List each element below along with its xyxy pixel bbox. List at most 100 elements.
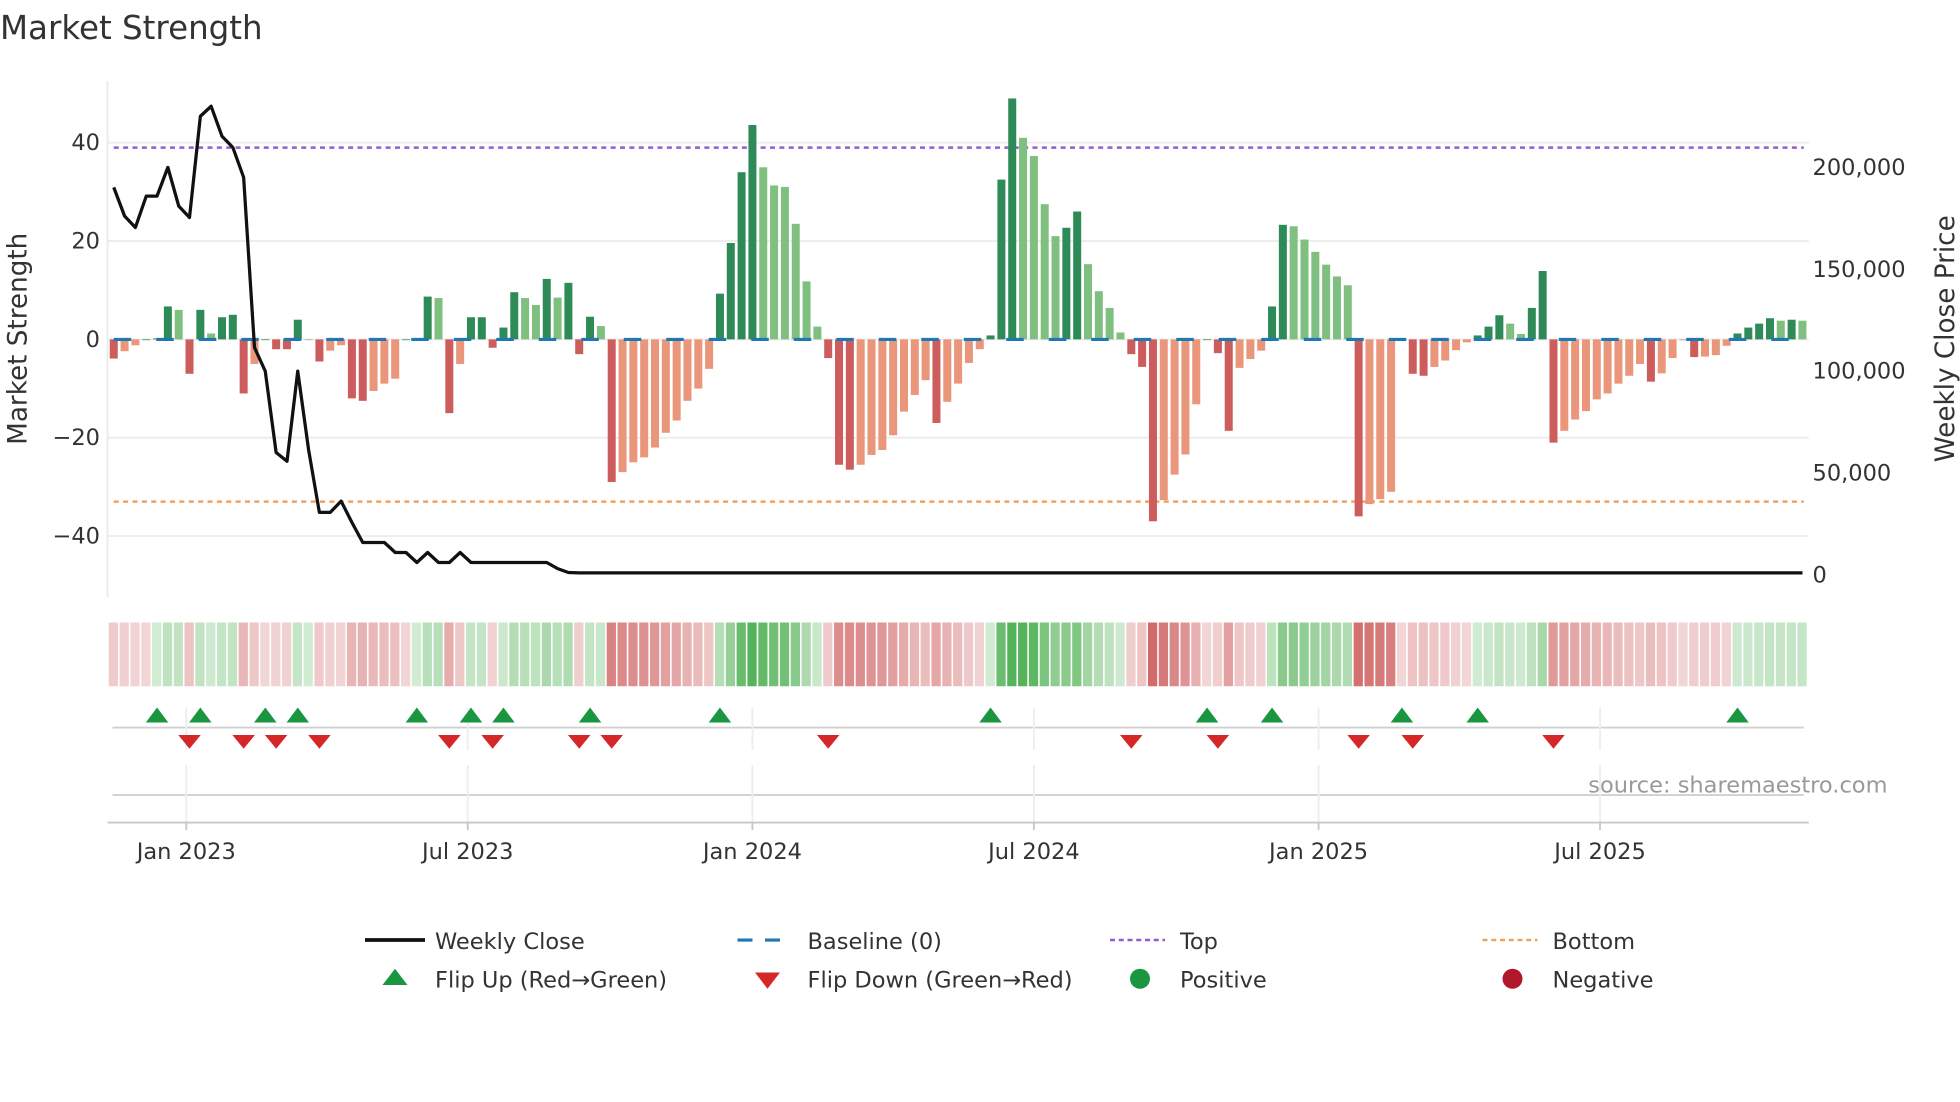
strip-cell: [617, 622, 627, 687]
strip-cell: [693, 622, 703, 687]
flip-down-marker: [264, 735, 288, 749]
state-heat-strip: [108, 622, 1807, 687]
strength-bar: [445, 339, 454, 414]
strength-bar: [109, 339, 118, 359]
strip-cell: [1516, 622, 1526, 687]
strip-cell: [379, 622, 389, 687]
strip-cell: [1678, 622, 1688, 687]
strip-cell: [1483, 622, 1493, 687]
strip-cell: [1180, 622, 1190, 687]
strength-bar: [618, 339, 627, 473]
strength-bar: [218, 317, 226, 340]
x-tick-label: Jul 2024: [986, 839, 1080, 865]
strip-cell: [801, 622, 811, 687]
strength-bar: [1322, 264, 1331, 340]
strength-bar: [575, 339, 584, 355]
strip-cell: [650, 622, 660, 687]
strip-cell: [162, 622, 173, 687]
strip-cell: [357, 622, 367, 687]
strength-bar: [1332, 276, 1341, 340]
strip-cell: [1429, 622, 1439, 687]
strength-bar: [423, 296, 432, 340]
strip-cell: [931, 622, 941, 687]
strip-cell: [1061, 622, 1071, 687]
y2-tick-label: 100,000: [1813, 359, 1906, 385]
strip-cell: [898, 622, 909, 687]
market-strength-chart: Market Strength 40 20 0 −20 −40 200,000 150,0…: [0, 9, 1960, 994]
strength-bar: [196, 309, 205, 340]
strip-cell: [444, 622, 454, 687]
strength-bar: [228, 314, 237, 340]
strength-bar: [640, 339, 649, 458]
strip-cell: [1440, 622, 1450, 687]
strip-cell: [660, 622, 671, 687]
strength-bar: [1278, 224, 1287, 340]
strength-bar: [1408, 339, 1417, 374]
legend: Weekly Close Baseline (0) Top Bottom Fli…: [365, 929, 1653, 994]
strip-cell: [574, 622, 584, 687]
strength-bar: [1094, 291, 1103, 340]
flip-down-marker: [178, 735, 201, 749]
strip-cell: [1018, 622, 1028, 687]
strip-cell: [1331, 622, 1342, 687]
strip-cell: [1580, 622, 1591, 687]
strip-cell: [563, 622, 573, 687]
strip-cell: [1234, 622, 1244, 687]
strength-bar: [1387, 339, 1396, 492]
strength-bar: [564, 282, 573, 340]
strength-bar: [1029, 155, 1038, 340]
strip-cell: [1245, 622, 1255, 687]
strength-bar: [261, 339, 270, 341]
strength-bar: [661, 339, 670, 433]
strength-bar: [899, 339, 908, 412]
strip-cell: [455, 622, 465, 687]
strength-bar: [835, 339, 844, 465]
right-axis-ticks: 200,000 150,000 100,000 50,000 0: [1813, 155, 1906, 588]
flip-up-marker: [286, 707, 310, 723]
strength-bar: [142, 339, 151, 341]
flip-down-marker: [1542, 735, 1565, 749]
strength-bar: [239, 339, 248, 394]
strength-bar: [1701, 339, 1710, 357]
strip-cell: [1407, 622, 1417, 687]
strength-bar: [1148, 339, 1157, 522]
strip-cell: [1039, 622, 1049, 687]
strength-bar: [272, 339, 281, 350]
strength-bar: [1311, 251, 1320, 340]
strength-bar: [1755, 323, 1764, 340]
strength-bar: [185, 339, 194, 374]
strength-bar: [878, 339, 887, 450]
strength-bar: [1051, 236, 1060, 340]
strength-bar: [466, 317, 475, 340]
strip-cell: [606, 622, 616, 687]
strip-cell: [1342, 622, 1353, 687]
strength-bar: [163, 306, 172, 340]
left-axis-ticks: 40 20 0 −20 −40: [53, 130, 100, 549]
strength-bars: [109, 98, 1807, 522]
strip-cell: [1212, 622, 1223, 687]
strip-cell: [541, 622, 551, 687]
strength-bar: [1257, 339, 1266, 351]
strip-cell: [1797, 622, 1807, 687]
strip-cell: [1526, 622, 1537, 687]
strip-cell: [747, 622, 757, 687]
strength-bar: [358, 339, 367, 401]
legend-bottom: Bottom: [1553, 929, 1636, 955]
strength-bar: [1203, 339, 1212, 341]
flip-down-marker: [232, 735, 255, 749]
x-axis: Jan 2023 Jul 2023 Jan 2024 Jul 2024 Jan 2025…: [107, 821, 1809, 865]
strength-bar: [943, 339, 952, 402]
x-tick-label: Jan 2023: [135, 839, 236, 865]
strip-cell: [1115, 622, 1125, 687]
strip-cell: [1613, 622, 1623, 687]
strength-bar: [1657, 339, 1666, 374]
x-tick-label: Jul 2025: [1552, 839, 1646, 865]
strength-bar: [1560, 339, 1569, 431]
strength-bar: [715, 293, 724, 340]
flip-up-marker: [1466, 707, 1489, 723]
strip-cell: [346, 622, 357, 687]
strength-bar: [1084, 264, 1092, 340]
y-axis-label: Market Strength: [3, 233, 33, 445]
strip-cell: [1137, 622, 1147, 687]
strength-bar: [1549, 339, 1558, 443]
